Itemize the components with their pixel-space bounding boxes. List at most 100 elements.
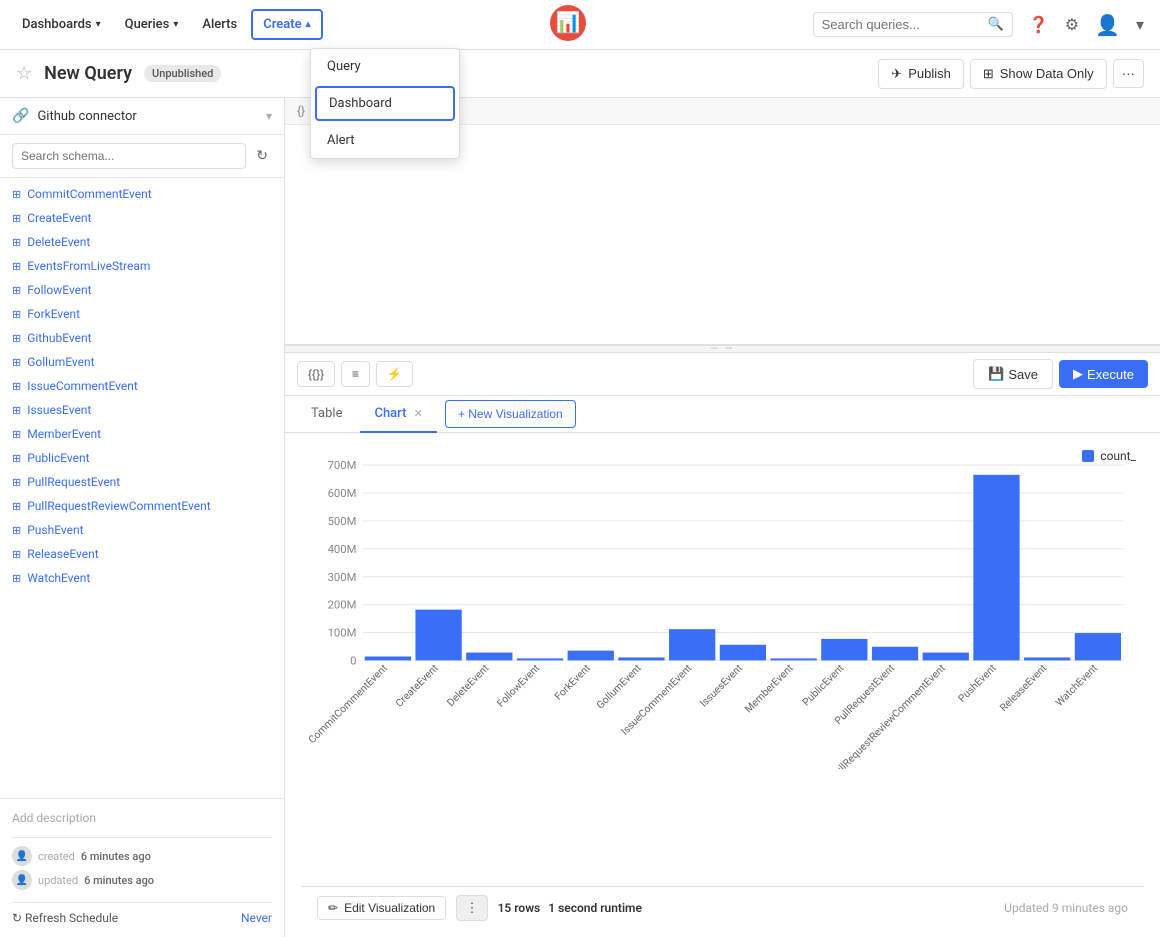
bar-gollumevent[interactable] — [618, 657, 664, 660]
nav-dashboards[interactable]: Dashboards ▾ — [12, 11, 111, 38]
publish-label: Publish — [908, 66, 951, 81]
bar-followevent[interactable] — [517, 658, 563, 660]
schema-refresh-icon[interactable]: ↻ — [252, 144, 272, 168]
dropdown-query[interactable]: Query — [311, 49, 459, 84]
x-label-commitcommentevent: CommitCommentEvent — [305, 662, 389, 746]
settings-icon[interactable]: ⚙ — [1061, 11, 1083, 38]
add-description[interactable]: Add description — [12, 811, 272, 837]
bar-createevent[interactable] — [415, 610, 461, 661]
schema-item-watchevent[interactable]: ⊞WatchEvent — [0, 566, 284, 590]
schema-item-forkevent[interactable]: ⊞ForkEvent — [0, 302, 284, 326]
bar-deleteevent[interactable] — [466, 653, 512, 661]
connector-selector[interactable]: 🔗 Github connector ▾ — [0, 98, 284, 135]
schema-item-deleteevent[interactable]: ⊞DeleteEvent — [0, 230, 284, 254]
svg-text:400M: 400M — [328, 543, 357, 556]
new-visualization-button[interactable]: + New Visualization — [445, 400, 576, 428]
x-label-releaseevent: ReleaseEvent — [997, 662, 1049, 714]
refresh-never-link[interactable]: Never — [241, 911, 272, 925]
dropdown-alert[interactable]: Alert — [311, 123, 459, 158]
execute-button[interactable]: ▶ Execute — [1059, 360, 1148, 388]
table-grid-icon: ⊞ — [12, 524, 21, 537]
x-label-watchevent: WatchEvent — [1053, 662, 1100, 709]
edit-viz-label: Edit Visualization — [344, 901, 435, 915]
bar-publicevent[interactable] — [821, 639, 867, 660]
bar-releaseevent[interactable] — [1024, 657, 1070, 660]
execute-icon: ▶ — [1073, 366, 1083, 382]
svg-text:200M: 200M — [328, 599, 357, 612]
schema-item-createevent[interactable]: ⊞CreateEvent — [0, 206, 284, 230]
sidebar: 🔗 Github connector ▾ ↻ ⊞CommitCommentEve… — [0, 98, 285, 937]
tab-chart[interactable]: Chart ✕ — [360, 396, 436, 433]
top-nav: Dashboards ▾ Queries ▾ Alerts Create ▴ Q… — [0, 0, 1160, 50]
updated-value: 6 minutes ago — [84, 874, 154, 887]
bar-issuesevent[interactable] — [720, 645, 766, 661]
svg-text:300M: 300M — [328, 571, 357, 584]
tab-table[interactable]: Table — [297, 396, 356, 433]
create-chevron-icon: ▴ — [306, 19, 311, 30]
bar-pushevent[interactable] — [973, 475, 1019, 661]
updated-row: 👤 updated 6 minutes ago — [12, 870, 272, 890]
schema-item-memberevent[interactable]: ⊞MemberEvent — [0, 422, 284, 446]
bar-issuecommentevent[interactable] — [669, 629, 715, 660]
auto-complete-button[interactable]: ⚡ — [376, 361, 413, 387]
svg-text:100M: 100M — [328, 627, 357, 640]
search-input[interactable] — [822, 17, 982, 32]
show-data-button[interactable]: ⊞ Show Data Only — [970, 59, 1107, 89]
schema-item-publicevent[interactable]: ⊞PublicEvent — [0, 446, 284, 470]
bottom-toolbar: {{}} ≡ ⚡ 💾 Save ▶ Execute — [285, 353, 1160, 396]
created-value: 6 minutes ago — [81, 850, 151, 863]
avatar-icon[interactable]: 👤 — [1091, 9, 1124, 41]
schema-item-gollumevent[interactable]: ⊞GollumEvent — [0, 350, 284, 374]
unpublished-badge: Unpublished — [144, 65, 221, 82]
schema-item-followevent[interactable]: ⊞FollowEvent — [0, 278, 284, 302]
queries-chevron-icon: ▾ — [173, 19, 178, 30]
resize-handle[interactable]: — — — [285, 345, 1160, 353]
table-grid-icon: ⊞ — [12, 236, 21, 249]
dropdown-dashboard[interactable]: Dashboard — [315, 86, 455, 121]
schema-item-releaseevent[interactable]: ⊞ReleaseEvent — [0, 542, 284, 566]
chart-scroll-area[interactable]: 0100M200M300M400M500M600M700MCommitComme… — [301, 449, 1144, 886]
edit-visualization-button[interactable]: ✏ Edit Visualization — [317, 896, 446, 920]
schema-item-issuecommentevent[interactable]: ⊞IssueCommentEvent — [0, 374, 284, 398]
nav-create[interactable]: Create ▴ — [251, 9, 322, 40]
sub-header: ☆ New Query Unpublished ✈ Publish ⊞ Show… — [0, 50, 1160, 98]
bar-pullrequestreviewcommentevent[interactable] — [923, 653, 969, 661]
table-grid-icon: ⊞ — [12, 212, 21, 225]
star-icon[interactable]: ☆ — [16, 63, 32, 84]
schema-item-githubevent[interactable]: ⊞GithubEvent — [0, 326, 284, 350]
schema-item-pullrequestreviewcommentevent[interactable]: ⊞PullRequestReviewCommentEvent — [0, 494, 284, 518]
nav-alerts[interactable]: Alerts — [192, 11, 247, 38]
svg-text:0: 0 — [350, 655, 356, 668]
sub-header-actions: ✈ Publish ⊞ Show Data Only ··· — [878, 59, 1144, 89]
svg-text:500M: 500M — [328, 515, 357, 528]
schema-item-label: ReleaseEvent — [27, 547, 98, 561]
schema-item-issuesevent[interactable]: ⊞IssuesEvent — [0, 398, 284, 422]
schema-item-pushevent[interactable]: ⊞ PushEvent — [0, 518, 284, 542]
schema-item-pullrequestevent[interactable]: ⊞PullRequestEvent — [0, 470, 284, 494]
bar-pullrequestevent[interactable] — [872, 647, 918, 661]
more-options-button[interactable]: ··· — [1113, 59, 1144, 88]
schema-item-commitcommentevent[interactable]: ⊞CommitCommentEvent — [0, 182, 284, 206]
more-nav-icon[interactable]: ▾ — [1132, 11, 1148, 38]
bar-commitcommentevent[interactable] — [365, 656, 411, 660]
bar-forkevent[interactable] — [568, 651, 614, 661]
chart-svg-wrapper: 0100M200M300M400M500M600M700MCommitComme… — [301, 449, 1144, 789]
publish-button[interactable]: ✈ Publish — [878, 59, 964, 89]
save-button[interactable]: 💾 Save — [973, 359, 1053, 389]
schema-search-input[interactable] — [12, 143, 246, 169]
indent-button[interactable]: ≡ — [341, 361, 370, 387]
format-code-button[interactable]: {{}} — [297, 361, 335, 387]
bar-watchevent[interactable] — [1075, 633, 1121, 660]
schema-list: ⊞CommitCommentEvent⊞CreateEvent⊞DeleteEv… — [0, 178, 284, 798]
chart-tab-close-icon[interactable]: ✕ — [414, 407, 423, 420]
help-icon[interactable]: ❓ — [1025, 11, 1053, 38]
status-more-button[interactable]: ⋮ — [456, 895, 487, 921]
svg-text:600M: 600M — [328, 487, 357, 500]
schema-item-label: PushEvent — [27, 523, 83, 537]
created-label: created — [38, 850, 75, 863]
nav-queries[interactable]: Queries ▾ — [115, 11, 189, 38]
hint-braces: {} — [297, 104, 305, 118]
queries-label: Queries — [125, 17, 170, 32]
schema-item-eventsfromlivestream[interactable]: ⊞EventsFromLiveStream — [0, 254, 284, 278]
bar-memberevent[interactable] — [770, 658, 816, 660]
